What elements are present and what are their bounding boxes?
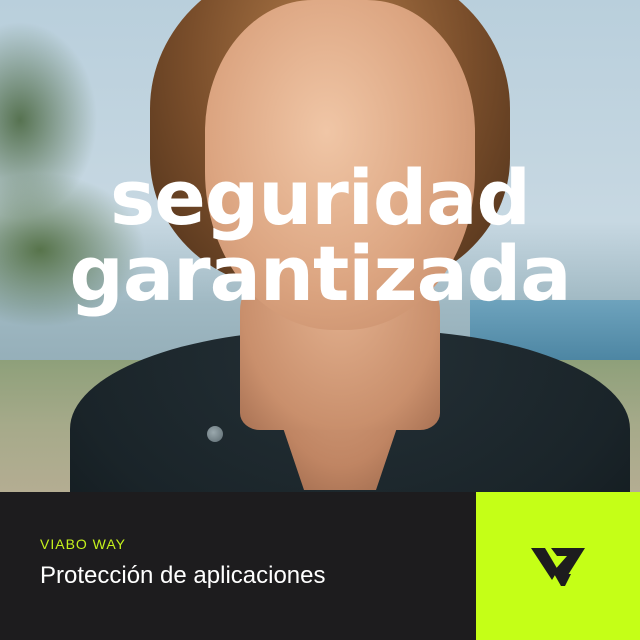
brand-tag: VIABO WAY — [40, 536, 127, 552]
headline-line-2: garantizada — [69, 229, 571, 318]
promo-card: seguridad garantizada VIABO WAY Protecci… — [0, 0, 640, 640]
shirt-button — [207, 426, 223, 442]
logo-box — [476, 492, 640, 640]
viabo-logo-icon — [531, 548, 585, 586]
footer-bar: VIABO WAY Protección de aplicaciones — [0, 492, 476, 640]
headline: seguridad garantizada — [0, 160, 640, 312]
footer-subtitle: Protección de aplicaciones — [40, 562, 326, 589]
headline-line-1: seguridad — [110, 153, 531, 242]
